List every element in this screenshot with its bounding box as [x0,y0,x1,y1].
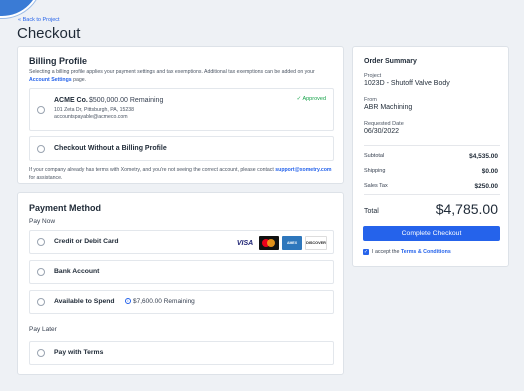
terms-radio[interactable] [37,349,45,357]
divider [364,194,500,195]
payment-method-title: Payment Method [29,203,102,213]
subtotal-value: $4,535.00 [469,153,498,160]
total-value: $4,785.00 [435,201,498,217]
billing-help-text: If your company already has terms with X… [29,167,334,182]
shipping-value: $0.00 [481,168,498,175]
pay-now-heading: Pay Now [29,218,56,225]
billing-desc-suffix: page. [71,76,87,83]
payment-option-bank[interactable]: Bank Account [29,260,334,284]
sales-tax-label: Sales Tax [364,183,388,189]
profile-address-line: 101 Zeta Dr, Pittsburgh, PA, 15238 [54,107,135,113]
project-label: Project [364,73,382,79]
billing-desc-text: Selecting a billing profile applies your… [29,69,315,75]
support-email-link[interactable]: support@xometry.com [275,167,331,173]
terms-option-label: Pay with Terms [54,349,104,356]
visa-icon: VISA [236,239,254,247]
no-profile-radio[interactable] [37,145,45,153]
help-text: If your company already has terms with X… [29,167,276,173]
payment-option-terms[interactable]: Pay with Terms [29,341,334,365]
approved-label: Approved [302,96,326,102]
spend-radio[interactable] [37,298,45,306]
page-title: Checkout [17,25,81,42]
card-radio[interactable] [37,238,45,246]
total-label: Total [364,208,379,215]
terms-conditions-link[interactable]: Terms & Conditions [401,249,451,255]
divider [364,145,500,146]
payment-option-card[interactable]: Credit or Debit Card VISA AMEX DISCOVER [29,230,334,254]
profile-name: ACME Co. [54,97,88,104]
mastercard-icon [259,236,279,250]
order-summary-title: Order Summary [364,58,417,65]
requested-date-value: 06/30/2022 [364,128,400,135]
help-suffix: for assistance. [29,174,63,181]
bank-radio[interactable] [37,268,45,276]
info-icon[interactable]: i [125,298,131,305]
requested-date-label: Requested Date [364,121,404,127]
corner-decoration [0,0,42,18]
payment-method-card: Payment Method Pay Now Credit or Debit C… [17,192,344,375]
bank-option-label: Bank Account [54,268,100,275]
no-profile-label: Checkout Without a Billing Profile [54,145,167,152]
terms-acceptance: ✓ I accept the Terms & Conditions [363,249,451,255]
billing-profile-card: Billing Profile Selecting a billing prof… [17,46,344,184]
discover-icon: DISCOVER [305,236,327,250]
order-summary-card: Order Summary Project 1023D - Shutoff Va… [352,46,509,267]
account-settings-link[interactable]: Account Settings [29,77,72,83]
card-option-label: Credit or Debit Card [54,238,119,245]
complete-checkout-button[interactable]: Complete Checkout [363,226,500,241]
sales-tax-value: $250.00 [474,183,499,190]
terms-text: I accept the Terms & Conditions [372,249,451,255]
profile-email: accountspayable@acmeco.com [54,114,128,120]
subtotal-label: Subtotal [364,153,385,159]
approved-status-badge: ✓ Approved [297,96,326,102]
acme-radio[interactable] [37,106,45,114]
back-to-project-link[interactable]: « Back to Project [18,17,60,23]
from-label: From [364,97,377,103]
billing-profile-acme[interactable]: ACME Co. $500,000.00 Remaining 101 Zeta … [29,88,334,131]
billing-profile-title: Billing Profile [29,56,88,66]
profile-remaining: $500,000.00 Remaining [89,97,164,104]
spend-option-label: Available to Spend [54,298,115,305]
terms-checkbox[interactable]: ✓ [363,249,369,255]
project-value: 1023D - Shutoff Valve Body [364,80,450,87]
billing-profile-none[interactable]: Checkout Without a Billing Profile [29,136,334,161]
profile-address: 101 Zeta Dr, Pittsburgh, PA, 15238 accou… [54,107,134,121]
terms-prefix: I accept the [372,249,401,255]
spend-amount-text: $7,600.00 Remaining [133,298,195,305]
card-logos: VISA AMEX DISCOVER [234,236,327,250]
pay-later-heading: Pay Later [29,326,57,333]
spend-amount: i $7,600.00 Remaining [125,298,195,305]
amex-icon: AMEX [282,236,302,250]
payment-option-available-to-spend[interactable]: Available to Spend i $7,600.00 Remaining [29,290,334,314]
billing-profile-description: Selecting a billing profile applies your… [29,69,334,84]
checkmark-icon: ✓ [296,96,302,102]
from-value: ABR Machining [364,104,413,111]
shipping-label: Shipping [364,168,386,174]
